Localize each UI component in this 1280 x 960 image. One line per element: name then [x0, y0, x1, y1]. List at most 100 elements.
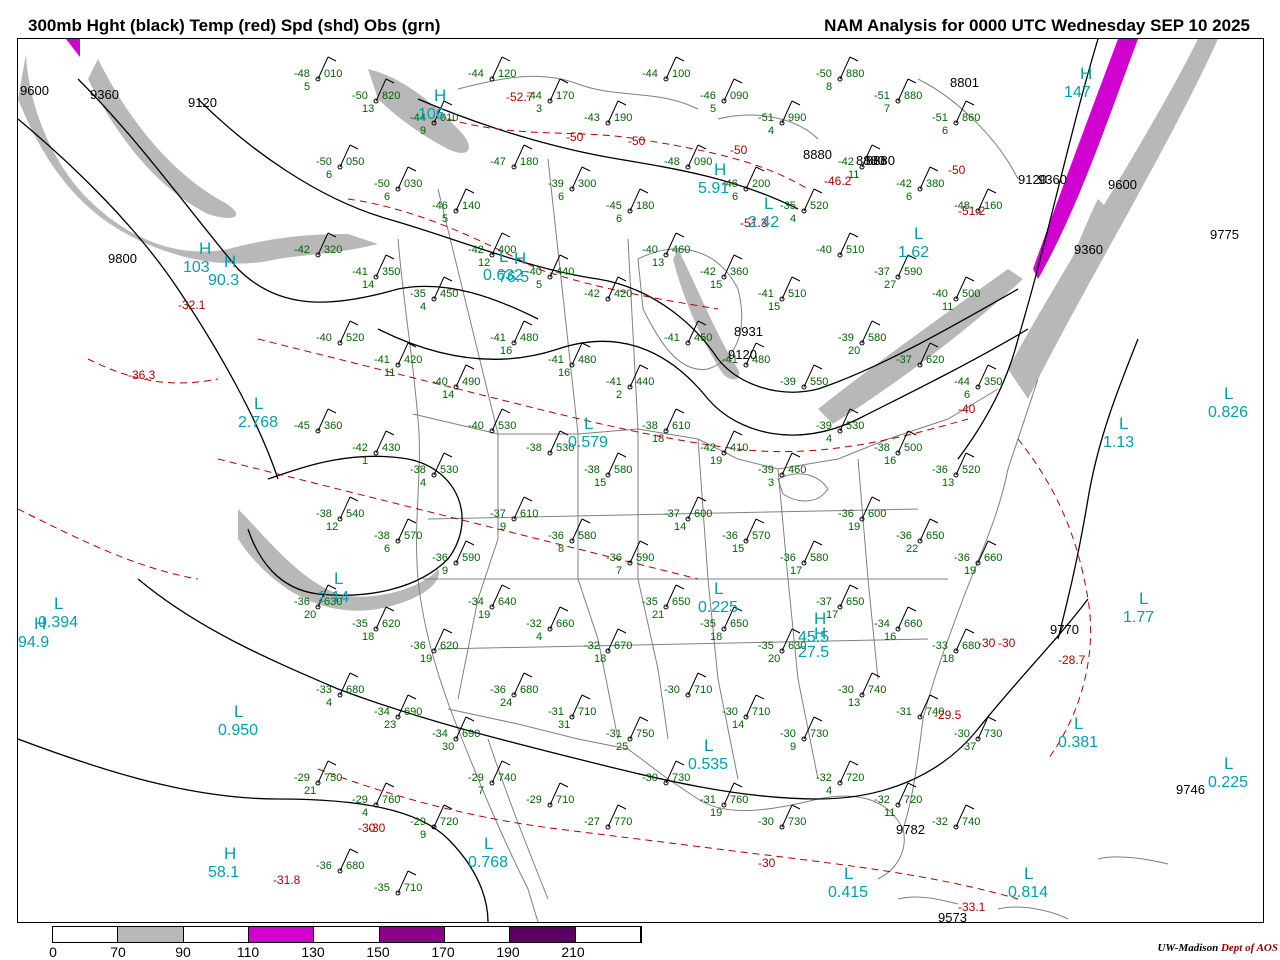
colorbar-segment — [118, 927, 184, 942]
station-plot: -44 120 — [468, 56, 516, 82]
station-dewpoint-depression: 16 — [884, 631, 896, 643]
speed-center-value: 2.42 — [748, 214, 779, 231]
temp-label: -30 — [978, 636, 996, 650]
station-plot: -44 350 6 — [954, 364, 1002, 401]
station-height: 530 — [440, 464, 458, 476]
station-plot: -35 450 4 — [410, 276, 458, 313]
isotherm-minus30-west — [18, 508, 199, 580]
station-dewpoint-depression: 19 — [710, 807, 722, 819]
temp-label: -30 — [368, 821, 386, 835]
station-temp: -30 — [642, 772, 658, 784]
speed-center-letter: L — [254, 394, 263, 413]
station-temp: -32 — [874, 794, 890, 806]
station-plot: -30 740 13 — [838, 672, 886, 709]
station-temp: -36 — [410, 640, 426, 652]
station-temp: -36 — [316, 860, 332, 872]
station-height: 030 — [404, 178, 422, 190]
station-dewpoint-depression: 5 — [710, 103, 716, 115]
station-plot: -36 590 7 — [606, 540, 654, 577]
speed-center-value: 0.814 — [1008, 884, 1048, 901]
wind-barb-flag — [987, 716, 997, 722]
station-height: 650 — [672, 596, 690, 608]
station-plot: -36 520 13 — [932, 452, 980, 489]
station-plot: -48 010 5 — [294, 56, 342, 93]
station-temp: -44 — [954, 376, 970, 388]
station-temp: -36 — [548, 530, 564, 542]
station-dewpoint-depression: 12 — [326, 521, 338, 533]
station-height: 190 — [614, 112, 632, 124]
wind-barb-flag — [523, 672, 533, 678]
wind-barb-flag — [349, 848, 359, 854]
station-height: 720 — [904, 794, 922, 806]
wind-barb-flag — [871, 320, 881, 326]
station-height: 760 — [730, 794, 748, 806]
wind-barb-flag — [871, 144, 881, 150]
station-height: 180 — [520, 156, 538, 168]
station-plot: -30 710 14 — [722, 694, 770, 731]
wind-barb-flag — [501, 56, 511, 62]
station-temp: -36 — [954, 552, 970, 564]
station-dewpoint-depression: 9 — [500, 521, 506, 533]
station-plot: -31 750 25 — [606, 716, 654, 753]
speed-center-letter: L — [844, 864, 853, 883]
speed-center-value: 0.632 — [483, 267, 523, 284]
station-dewpoint-depression: 16 — [558, 367, 570, 379]
wind-barb-flag — [929, 694, 939, 700]
station-plot: -45 180 6 — [606, 188, 654, 225]
station-height: 740 — [498, 772, 516, 784]
height-label: 8801 — [950, 75, 979, 90]
station-temp: -42 — [838, 156, 854, 168]
wind-barb-flag — [675, 56, 685, 62]
speed-center-value: 0.826 — [1208, 404, 1248, 421]
station-plot: -30 730 — [758, 804, 806, 830]
wind-barb-flag — [501, 584, 511, 590]
station-temp: -38 — [410, 464, 426, 476]
station-temp: -39 — [816, 420, 832, 432]
station-dewpoint-depression: 4 — [362, 807, 368, 819]
speed-center-letter: L — [54, 594, 63, 613]
station-height: 620 — [382, 618, 400, 630]
state-line-1 — [457, 434, 499, 700]
station-plot: -41 350 14 — [352, 254, 400, 291]
wind-barb-flag — [675, 584, 685, 590]
station-dewpoint-depression: 6 — [616, 213, 622, 225]
station-dewpoint-depression: 17 — [790, 565, 802, 577]
wind-barb-flag — [849, 760, 859, 766]
station-plot: -35 520 4 — [780, 188, 828, 225]
station-plot: -33 68018 — [932, 628, 980, 665]
station-temp: -50 — [316, 156, 332, 168]
station-height: 650 — [846, 596, 864, 608]
wind-barb-flag — [791, 804, 801, 810]
arctic-islands — [457, 75, 819, 140]
wind-barb-flag — [965, 452, 975, 458]
station-dewpoint-depression: 15 — [768, 301, 780, 313]
speed-center-letter: H — [814, 624, 826, 643]
station-temp: -34 — [468, 596, 484, 608]
temp-label: -32.1 — [178, 298, 206, 312]
station-height: 520 — [962, 464, 980, 476]
station-height: 720 — [440, 816, 458, 828]
wind-barb-flag — [965, 100, 975, 106]
wind-barb-flag — [813, 716, 823, 722]
colorbar-segment — [379, 927, 445, 942]
station-height: 430 — [382, 442, 400, 454]
station-plot: -38 530 4 — [410, 452, 458, 489]
wind-barb-flag — [791, 276, 801, 282]
station-height: 480 — [520, 332, 538, 344]
station-temp: -41 — [606, 376, 622, 388]
wind-barb-flag — [755, 694, 765, 700]
station-plot: -37 600 14 — [664, 496, 712, 533]
station-height: 730 — [672, 772, 690, 784]
speed-center-letter: L — [1024, 864, 1033, 883]
station-plot: -36 570 15 — [722, 518, 770, 555]
station-dewpoint-depression: 21 — [304, 785, 316, 797]
wind-barb-flag — [639, 540, 649, 546]
station-height: 100 — [672, 68, 690, 80]
wind-barb-flag — [617, 804, 627, 810]
station-height: 550 — [810, 376, 828, 388]
temp-label: -30 — [758, 856, 776, 870]
station-temp: -35 — [642, 596, 658, 608]
station-dewpoint-depression: 13 — [362, 103, 374, 115]
speed-center-value: 5.91 — [698, 180, 729, 197]
station-temp: -30 — [758, 816, 774, 828]
